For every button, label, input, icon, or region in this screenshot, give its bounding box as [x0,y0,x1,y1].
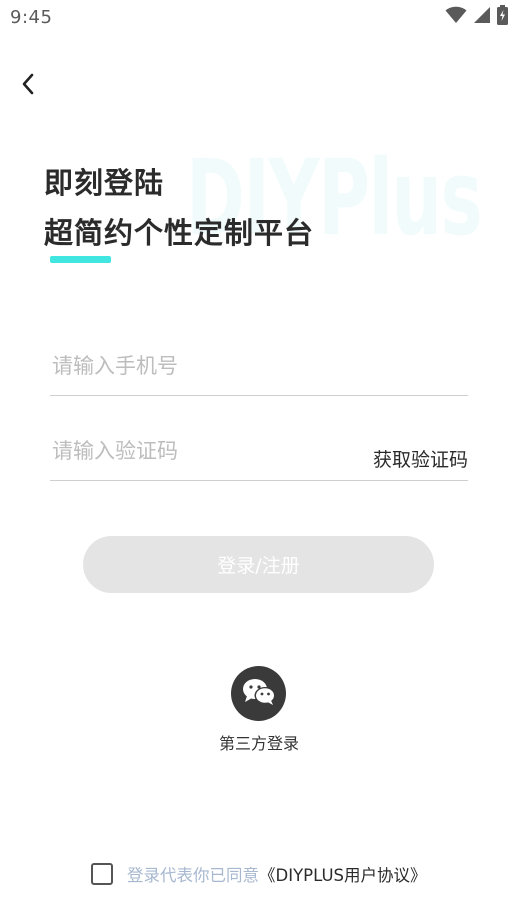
wechat-icon [241,677,277,711]
agreement-text: 登录代表你已同意 [127,866,259,885]
page-title: 即刻登陆 [44,166,165,200]
wifi-icon [445,6,467,28]
chevron-left-icon [20,72,36,100]
status-icons [445,5,508,29]
verification-code-field: 获取验证码 [50,425,468,481]
third-party-login-label: 第三方登录 [218,734,299,753]
battery-charging-icon [497,5,508,29]
cellular-signal-icon [473,6,491,28]
phone-field [50,340,468,396]
get-code-button[interactable]: 获取验证码 [373,445,468,472]
agreement-checkbox[interactable] [91,863,113,885]
login-register-button[interactable]: 登录/注册 [83,536,434,593]
agreement-row: 登录代表你已同意 《DIYPLUS用户协议》 [91,860,427,888]
title-accent-bar [50,256,111,263]
status-time: 9:45 [10,7,53,28]
wechat-login-button[interactable] [231,666,286,721]
page-subtitle: 超简约个性定制平台 [44,216,315,250]
phone-input[interactable] [50,348,354,384]
user-agreement-link[interactable]: 《DIYPLUS用户协议》 [259,862,427,886]
verification-code-input[interactable] [50,433,354,469]
status-bar: 9:45 [0,0,518,36]
back-button[interactable] [12,70,44,102]
